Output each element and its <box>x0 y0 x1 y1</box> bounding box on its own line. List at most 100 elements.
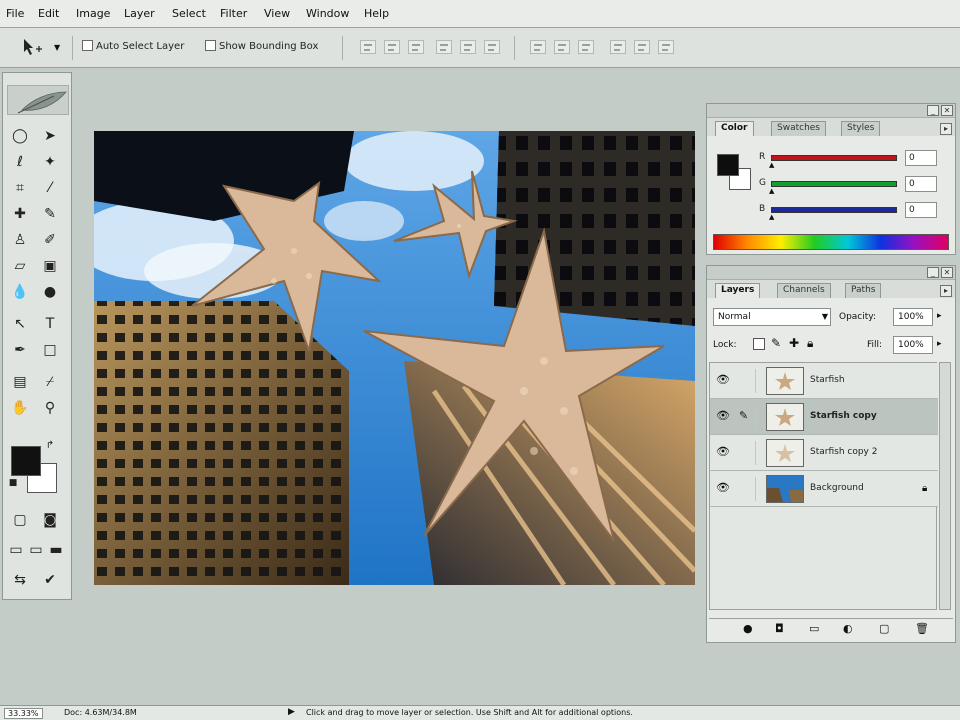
menu-edit[interactable]: Edit <box>38 7 59 20</box>
pen-tool-icon[interactable]: ✒ <box>9 339 31 361</box>
adjustment-layer-icon[interactable]: ◐ <box>843 622 853 635</box>
close-icon[interactable]: ✕ <box>941 105 953 116</box>
slice-tool-icon[interactable]: ⁄ <box>39 177 61 199</box>
distribute-right-icon[interactable] <box>658 40 674 54</box>
green-value-field[interactable]: 0 <box>905 176 937 192</box>
zoom-tool-icon[interactable]: ⚲ <box>39 397 61 419</box>
distribute-left-icon[interactable] <box>610 40 626 54</box>
distribute-hcenter-icon[interactable] <box>634 40 650 54</box>
hand-tool-icon[interactable]: ✋ <box>9 397 31 419</box>
layer-brush-indicator[interactable]: ✎ <box>736 405 756 429</box>
tab-layers[interactable]: Layers <box>715 283 761 298</box>
status-arrow-icon[interactable]: ▶ <box>288 707 295 717</box>
layer-row-starfish-copy-2[interactable]: 👁︎ Starfish copy 2 <box>710 435 938 471</box>
visibility-eye-icon[interactable]: 👁︎ <box>716 410 730 422</box>
visibility-eye-icon[interactable]: 👁︎ <box>716 482 730 494</box>
close-icon[interactable]: ✕ <box>941 267 953 278</box>
show-bbox-checkbox[interactable] <box>205 40 216 51</box>
healing-brush-tool-icon[interactable]: ✚ <box>9 203 31 225</box>
dodge-tool-icon[interactable]: ● <box>39 281 61 303</box>
marquee-tool-icon[interactable]: ◯ <box>9 125 31 147</box>
tab-color[interactable]: Color <box>715 121 754 136</box>
menu-select[interactable]: Select <box>172 7 206 20</box>
color-spectrum-bar[interactable] <box>713 234 949 250</box>
tab-channels[interactable]: Channels <box>777 283 831 298</box>
layer-link-slot[interactable] <box>736 441 756 465</box>
swap-colors-icon[interactable]: ↱ <box>43 439 57 453</box>
menu-help[interactable]: Help <box>364 7 389 20</box>
gradient-tool-icon[interactable]: ▣ <box>39 255 61 277</box>
notes-tool-icon[interactable]: ▤ <box>9 371 31 393</box>
distribute-vcenter-icon[interactable] <box>554 40 570 54</box>
layer-mask-icon[interactable]: ◘ <box>775 622 784 635</box>
shape-tool-icon[interactable]: □ <box>39 339 61 361</box>
minimize-icon[interactable]: _ <box>927 105 939 116</box>
tab-paths[interactable]: Paths <box>845 283 882 298</box>
brush-tool-icon[interactable]: ✎ <box>39 203 61 225</box>
eraser-tool-icon[interactable]: ▱ <box>9 255 31 277</box>
align-hcenter-icon[interactable] <box>460 40 476 54</box>
lock-move-icon[interactable]: ✚ <box>789 336 799 350</box>
blue-slider[interactable] <box>771 207 897 213</box>
layer-row-starfish-copy[interactable]: 👁︎ ✎ Starfish copy <box>710 399 938 435</box>
move-tool-icon[interactable]: ➤ <box>39 125 61 147</box>
slider-marker-icon[interactable]: ▲ <box>769 213 774 221</box>
new-layer-icon[interactable]: ▢ <box>879 622 889 635</box>
red-slider[interactable] <box>771 155 897 161</box>
menu-filter[interactable]: Filter <box>220 7 247 20</box>
layer-row-starfish[interactable]: 👁︎ Starfish <box>710 363 938 399</box>
fill-field[interactable]: 100% <box>893 336 933 354</box>
green-slider[interactable] <box>771 181 897 187</box>
tab-styles[interactable]: Styles <box>841 121 881 136</box>
align-top-icon[interactable] <box>360 40 376 54</box>
auto-select-checkbox[interactable] <box>82 40 93 51</box>
opacity-arrow-icon[interactable]: ▸ <box>937 311 942 321</box>
path-selection-tool-icon[interactable]: ↖ <box>9 313 31 335</box>
align-left-icon[interactable] <box>436 40 452 54</box>
standard-mode-icon[interactable]: ▢ <box>9 509 31 531</box>
screen-mode-standard-icon[interactable]: ▭ <box>7 539 25 561</box>
visibility-eye-icon[interactable]: 👁︎ <box>716 374 730 386</box>
distribute-top-icon[interactable] <box>530 40 546 54</box>
clone-stamp-tool-icon[interactable]: ♙ <box>9 229 31 251</box>
layer-style-icon[interactable]: ● <box>743 622 753 635</box>
menu-window[interactable]: Window <box>306 7 349 20</box>
quick-mask-mode-icon[interactable]: ◙ <box>39 509 61 531</box>
tab-swatches[interactable]: Swatches <box>771 121 826 136</box>
document-canvas[interactable] <box>94 131 695 585</box>
menu-file[interactable]: File <box>6 7 24 20</box>
history-brush-tool-icon[interactable]: ✐ <box>39 229 61 251</box>
layer-link-slot[interactable] <box>736 369 756 393</box>
blur-tool-icon[interactable]: 💧 <box>9 281 31 303</box>
align-right-icon[interactable] <box>484 40 500 54</box>
fill-arrow-icon[interactable]: ▸ <box>937 339 942 349</box>
align-vcenter-icon[interactable] <box>384 40 400 54</box>
red-value-field[interactable]: 0 <box>905 150 937 166</box>
lock-all-icon[interactable]: 🔒︎ <box>807 336 813 351</box>
panel-menu-icon[interactable]: ▸ <box>940 285 952 297</box>
distribute-bottom-icon[interactable] <box>578 40 594 54</box>
new-group-icon[interactable]: ▭ <box>809 622 819 635</box>
lock-brush-icon[interactable]: ✎ <box>771 336 781 350</box>
lasso-tool-icon[interactable]: ℓ <box>9 151 31 173</box>
type-tool-icon[interactable]: T <box>39 313 61 335</box>
slider-marker-icon[interactable]: ▲ <box>769 187 774 195</box>
lock-transparency-icon[interactable] <box>753 338 765 350</box>
screen-mode-full-icon[interactable]: ▬ <box>47 539 65 561</box>
minimize-icon[interactable]: _ <box>927 267 939 278</box>
default-colors-icon[interactable]: ■ <box>7 477 19 489</box>
jump-to-imageready-icon[interactable]: ⇆ <box>9 569 31 591</box>
eyedropper-tool-icon[interactable]: ⌿ <box>39 371 61 393</box>
blend-mode-select[interactable]: Normal ▼ <box>713 308 831 326</box>
layer-row-background[interactable]: 👁︎ Background 🔒︎ <box>710 471 938 507</box>
screen-mode-menubar-icon[interactable]: ▭ <box>27 539 45 561</box>
panel-menu-icon[interactable]: ▸ <box>940 123 952 135</box>
menu-view[interactable]: View <box>264 7 290 20</box>
fg-color-swatch[interactable] <box>717 154 739 176</box>
layers-scrollbar[interactable] <box>939 362 951 610</box>
foreground-color-swatch[interactable] <box>11 446 41 476</box>
menu-layer[interactable]: Layer <box>124 7 155 20</box>
move-tool-preset-button[interactable]: ▼ <box>20 37 66 59</box>
crop-tool-icon[interactable]: ⌗ <box>9 177 31 199</box>
blue-value-field[interactable]: 0 <box>905 202 937 218</box>
